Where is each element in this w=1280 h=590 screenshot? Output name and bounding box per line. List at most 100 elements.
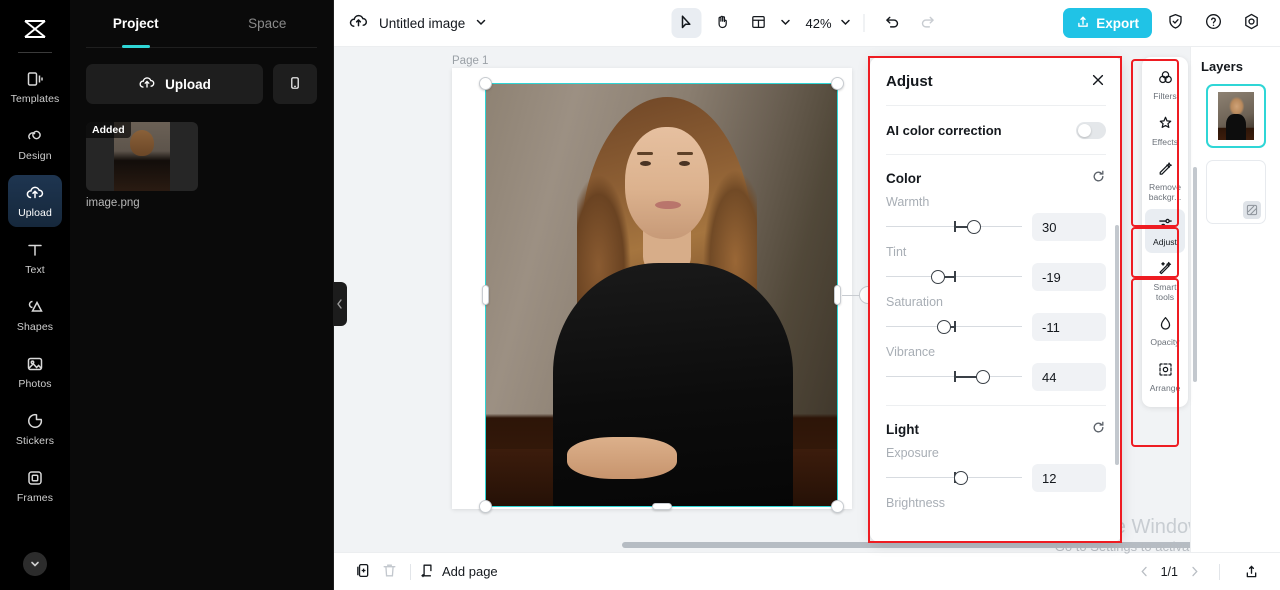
- redo-icon: [919, 13, 936, 33]
- sidebar-item-frames[interactable]: Frames: [8, 460, 62, 512]
- help-button[interactable]: [1198, 8, 1228, 38]
- topbar-right: Export: [1063, 8, 1266, 38]
- smart-tools-wand-icon: [1157, 260, 1174, 280]
- layout-tool-button[interactable]: [743, 8, 773, 38]
- gear-icon: [1242, 12, 1261, 34]
- tool-opacity[interactable]: Opacity: [1145, 309, 1185, 353]
- upload-button[interactable]: Upload: [86, 64, 263, 104]
- warmth-slider[interactable]: [886, 218, 1022, 236]
- tool-label: Adjust: [1153, 236, 1177, 247]
- settings-button[interactable]: [1236, 8, 1266, 38]
- upload-cloud-icon: [25, 183, 45, 203]
- delete-page-button[interactable]: [376, 559, 402, 585]
- control-label: Brightness: [886, 496, 946, 510]
- ai-color-correction-toggle[interactable]: [1076, 121, 1106, 139]
- tool-arrange[interactable]: Arrange: [1145, 355, 1185, 399]
- right-tools-panel: Filters Effects Remove backgr... Adjust …: [1142, 57, 1197, 407]
- exposure-slider[interactable]: [886, 469, 1022, 487]
- page-canvas[interactable]: [452, 68, 852, 509]
- warmth-value[interactable]: 30: [1032, 213, 1106, 241]
- next-page-button[interactable]: [1188, 565, 1201, 578]
- slider-thumb[interactable]: [937, 320, 952, 334]
- slider-thumb[interactable]: [930, 270, 945, 284]
- tool-smart-tools[interactable]: Smart tools: [1145, 255, 1185, 307]
- adjust-panel-scrollbar[interactable]: [1115, 225, 1119, 465]
- chevron-down-icon[interactable]: [475, 16, 487, 31]
- cloud-save-icon[interactable]: [348, 11, 369, 35]
- add-page-button[interactable]: Add page: [419, 562, 498, 582]
- export-button[interactable]: Export: [1063, 8, 1152, 38]
- tool-label: Opacity: [1150, 336, 1180, 347]
- capcut-logo-icon[interactable]: [15, 12, 55, 46]
- section-title: Light: [886, 421, 919, 437]
- canvas-image[interactable]: [485, 83, 838, 507]
- control-label: Exposure: [886, 446, 939, 460]
- effects-sparkle-icon: [1157, 115, 1174, 135]
- adjust-sliders-icon: [1157, 215, 1174, 235]
- asset-list: Added image.png: [70, 104, 333, 209]
- vibrance-slider[interactable]: [886, 368, 1022, 386]
- right-tools-scrollbar[interactable]: [1193, 167, 1197, 382]
- sidebar-item-design[interactable]: Design: [8, 118, 62, 170]
- tool-adjust[interactable]: Adjust: [1145, 209, 1185, 253]
- chevron-down-icon[interactable]: [23, 552, 47, 576]
- upload-row: Upload: [70, 48, 333, 104]
- asset-thumbnail[interactable]: Added: [86, 122, 198, 191]
- slider-thumb[interactable]: [953, 471, 968, 485]
- saturation-value[interactable]: -11: [1032, 313, 1106, 341]
- document-title[interactable]: Untitled image: [379, 16, 465, 31]
- prev-page-button[interactable]: [1138, 565, 1151, 578]
- tint-value[interactable]: -19: [1032, 263, 1106, 291]
- hand-tool-button[interactable]: [707, 8, 737, 38]
- tab-project[interactable]: Project: [70, 0, 202, 47]
- control-label: Saturation: [886, 295, 943, 309]
- undo-button[interactable]: [877, 8, 907, 38]
- zoom-level[interactable]: 42%: [805, 16, 831, 31]
- reset-icon[interactable]: [1091, 169, 1106, 187]
- toolbar-divider: [863, 14, 865, 32]
- sidebar-item-stickers[interactable]: Stickers: [8, 403, 62, 455]
- zoom-chevron-down-icon[interactable]: [840, 16, 852, 31]
- saturation-slider[interactable]: [886, 318, 1022, 336]
- control-exposure: Exposure 12: [870, 442, 1122, 492]
- exposure-value[interactable]: 12: [1032, 464, 1106, 492]
- duplicate-page-button[interactable]: [350, 559, 376, 585]
- vibrance-value[interactable]: 44: [1032, 363, 1106, 391]
- sidebar-item-templates[interactable]: Templates: [8, 61, 62, 113]
- reset-icon[interactable]: [1091, 420, 1106, 438]
- sidebar-item-shapes[interactable]: Shapes: [8, 289, 62, 341]
- frames-icon: [25, 468, 45, 488]
- redo-button[interactable]: [913, 8, 943, 38]
- stickers-icon: [25, 411, 45, 431]
- tint-slider[interactable]: [886, 268, 1022, 286]
- add-page-label: Add page: [442, 564, 498, 579]
- slider-thumb[interactable]: [967, 220, 982, 234]
- canvas-area[interactable]: Page 1: [334, 47, 1280, 552]
- tab-space[interactable]: Space: [202, 0, 334, 47]
- export-page-button[interactable]: [1238, 559, 1264, 585]
- sidebar-item-label: Shapes: [16, 321, 54, 333]
- canvas-horizontal-scrollbar[interactable]: [622, 542, 1222, 548]
- text-t-icon: [25, 240, 45, 260]
- tool-effects[interactable]: Effects: [1145, 109, 1185, 153]
- sidebar-item-upload[interactable]: Upload: [8, 175, 62, 227]
- sidebar-item-text[interactable]: Text: [8, 232, 62, 284]
- export-button-label: Export: [1096, 15, 1139, 31]
- tool-filters[interactable]: Filters: [1145, 63, 1185, 107]
- collapse-panel-handle[interactable]: [333, 282, 347, 326]
- layer-item-background[interactable]: [1205, 160, 1266, 224]
- slider-thumb[interactable]: [975, 370, 990, 384]
- control-label: Tint: [886, 245, 907, 259]
- sidebar-item-label: Text: [25, 264, 45, 276]
- topbar-center-tools: 42%: [671, 8, 942, 38]
- tool-remove-background[interactable]: Remove backgr...: [1145, 155, 1185, 207]
- select-tool-button[interactable]: [671, 8, 702, 38]
- mobile-upload-button[interactable]: [273, 64, 317, 104]
- shield-check-button[interactable]: [1160, 8, 1190, 38]
- sidebar-item-label: Design: [18, 150, 52, 162]
- layer-item-image[interactable]: [1205, 84, 1266, 148]
- sidebar-item-photos[interactable]: Photos: [8, 346, 62, 398]
- filters-icon: [1157, 69, 1174, 89]
- chevron-down-icon[interactable]: [779, 16, 791, 31]
- close-x-icon[interactable]: [1090, 72, 1106, 91]
